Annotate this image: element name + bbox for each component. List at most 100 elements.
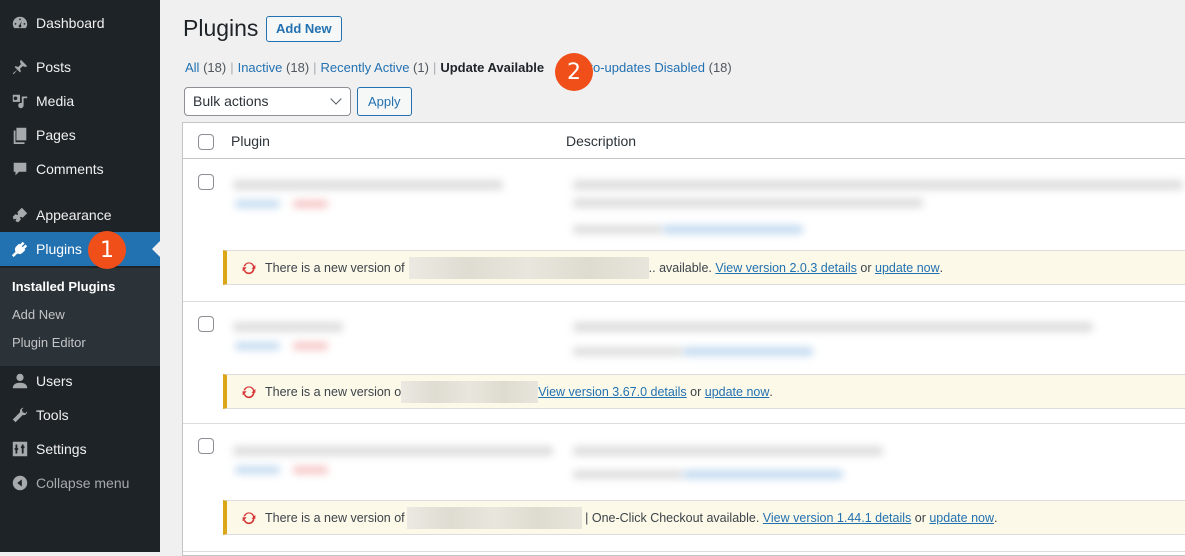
bulk-actions-value: Bulk actions bbox=[193, 93, 268, 109]
redacted-delete-link bbox=[293, 466, 328, 474]
sidebar-item-label: Tools bbox=[36, 407, 69, 423]
filter-update-available[interactable]: Update Available bbox=[440, 60, 544, 75]
select-all-checkbox[interactable] bbox=[198, 134, 214, 150]
collapse-menu-button[interactable]: Collapse menu bbox=[0, 466, 160, 500]
sidebar-item-label: Pages bbox=[36, 127, 76, 143]
update-icon bbox=[241, 384, 257, 400]
sidebar-item-label: Plugins bbox=[36, 241, 82, 257]
update-notice: There is a new version o View version 3.… bbox=[223, 374, 1185, 409]
user-icon bbox=[0, 372, 36, 390]
row-checkbox[interactable] bbox=[198, 174, 214, 190]
sidebar-item-comments[interactable]: Comments bbox=[0, 152, 160, 186]
notice-text: . bbox=[940, 261, 943, 275]
update-notice: There is a new version of | One-Click Ch… bbox=[223, 500, 1185, 535]
separator: | bbox=[309, 60, 320, 75]
notice-text: .. available. bbox=[649, 261, 712, 275]
notice-text: There is a new version o bbox=[265, 385, 401, 399]
notice-text: or bbox=[860, 261, 871, 275]
redacted-description bbox=[573, 322, 1093, 332]
filter-label: Inactive bbox=[238, 60, 283, 75]
sidebar-item-posts[interactable]: Posts bbox=[0, 50, 160, 84]
redacted-author-link bbox=[683, 470, 843, 479]
sidebar-item-settings[interactable]: Settings bbox=[0, 432, 160, 466]
annotation-badge-2: 2 bbox=[555, 53, 593, 91]
table-header: Plugin Description bbox=[183, 123, 1185, 159]
wrench-icon bbox=[0, 406, 36, 424]
filter-label: uto-updates Disabled bbox=[582, 60, 705, 75]
sidebar-item-label: Collapse menu bbox=[36, 475, 129, 491]
row-checkbox[interactable] bbox=[198, 316, 214, 332]
sidebar-item-media[interactable]: Media bbox=[0, 84, 160, 118]
redacted-activate-link bbox=[235, 466, 280, 474]
redacted-plugin-name bbox=[233, 180, 503, 190]
paintbrush-icon bbox=[0, 206, 36, 224]
redacted-author-link bbox=[683, 347, 813, 356]
table-row: There is a new version of | One-Click Ch… bbox=[183, 424, 1185, 552]
submenu-installed-plugins[interactable]: Installed Plugins bbox=[0, 277, 160, 305]
redacted-plugin-name bbox=[233, 322, 343, 332]
sidebar-item-label: Dashboard bbox=[36, 15, 105, 31]
redacted-delete-link bbox=[293, 342, 328, 350]
redacted-version bbox=[573, 470, 683, 479]
filter-all[interactable]: All (18) bbox=[185, 60, 226, 75]
redacted-plugin-name bbox=[401, 381, 538, 403]
notice-text: There is a new version of bbox=[265, 261, 405, 275]
collapse-icon bbox=[0, 474, 36, 492]
view-details-link[interactable]: View version 3.67.0 details bbox=[538, 385, 686, 399]
filter-auto-updates-disabled[interactable]: uto-updates Disabled (18) bbox=[582, 60, 732, 75]
update-now-link[interactable]: update now bbox=[705, 385, 770, 399]
page-title: Plugins bbox=[183, 15, 258, 42]
update-icon bbox=[241, 260, 257, 276]
apply-button[interactable]: Apply bbox=[357, 87, 412, 116]
filter-count: (18) bbox=[203, 60, 226, 75]
submenu-add-new[interactable]: Add New bbox=[0, 305, 160, 333]
update-now-link[interactable]: update now bbox=[929, 511, 994, 525]
settings-icon bbox=[0, 440, 36, 458]
sidebar-item-users[interactable]: Users bbox=[0, 364, 160, 398]
notice-text: or bbox=[690, 385, 701, 399]
redacted-description bbox=[573, 446, 883, 456]
row-checkbox[interactable] bbox=[198, 438, 214, 454]
filter-count: (18) bbox=[709, 60, 732, 75]
update-notice: There is a new version of .. available. … bbox=[223, 250, 1185, 285]
bulk-actions-select[interactable]: Bulk actions bbox=[184, 87, 351, 116]
separator: | bbox=[226, 60, 237, 75]
annotation-badge-1: 1 bbox=[88, 231, 126, 269]
sidebar-item-label: Users bbox=[36, 373, 73, 389]
sidebar-item-appearance[interactable]: Appearance bbox=[0, 198, 160, 232]
update-icon bbox=[241, 510, 257, 526]
notice-text: or bbox=[915, 511, 926, 525]
column-header-plugin[interactable]: Plugin bbox=[231, 133, 270, 149]
sidebar-item-plugins[interactable]: Plugins bbox=[0, 232, 160, 266]
sidebar-item-pages[interactable]: Pages bbox=[0, 118, 160, 152]
sidebar-item-label: Settings bbox=[36, 441, 87, 457]
redacted-plugin-name bbox=[409, 257, 649, 279]
sidebar-item-label: Comments bbox=[36, 161, 104, 177]
dashboard-icon bbox=[0, 14, 36, 32]
table-row: There is a new version of .. available. … bbox=[183, 160, 1185, 302]
plugin-icon bbox=[0, 240, 36, 258]
redacted-version bbox=[573, 347, 683, 356]
filter-inactive[interactable]: Inactive (18) bbox=[238, 60, 310, 75]
add-new-button[interactable]: Add New bbox=[266, 16, 342, 42]
admin-sidebar: Dashboard Posts Media Pages Comments App… bbox=[0, 0, 160, 552]
redacted-author-link bbox=[663, 225, 803, 234]
sidebar-item-dashboard[interactable]: Dashboard bbox=[0, 6, 160, 40]
filter-count: (1) bbox=[413, 60, 429, 75]
redacted-version bbox=[573, 225, 663, 234]
filter-label: Recently Active bbox=[321, 60, 410, 75]
sidebar-item-label: Appearance bbox=[36, 207, 112, 223]
notice-text: . bbox=[769, 385, 772, 399]
current-menu-arrow bbox=[152, 241, 160, 257]
notice-text: . bbox=[994, 511, 997, 525]
submenu-plugin-editor[interactable]: Plugin Editor bbox=[0, 333, 160, 361]
plugins-table: Plugin Description There is a new versio… bbox=[182, 122, 1185, 556]
update-now-link[interactable]: update now bbox=[875, 261, 940, 275]
column-header-description[interactable]: Description bbox=[566, 133, 636, 149]
redacted-plugin-name bbox=[233, 446, 553, 456]
sidebar-item-tools[interactable]: Tools bbox=[0, 398, 160, 432]
filter-recently-active[interactable]: Recently Active (1) bbox=[321, 60, 429, 75]
redacted-activate-link bbox=[235, 200, 280, 208]
view-details-link[interactable]: View version 2.0.3 details bbox=[715, 261, 857, 275]
view-details-link[interactable]: View version 1.44.1 details bbox=[763, 511, 911, 525]
